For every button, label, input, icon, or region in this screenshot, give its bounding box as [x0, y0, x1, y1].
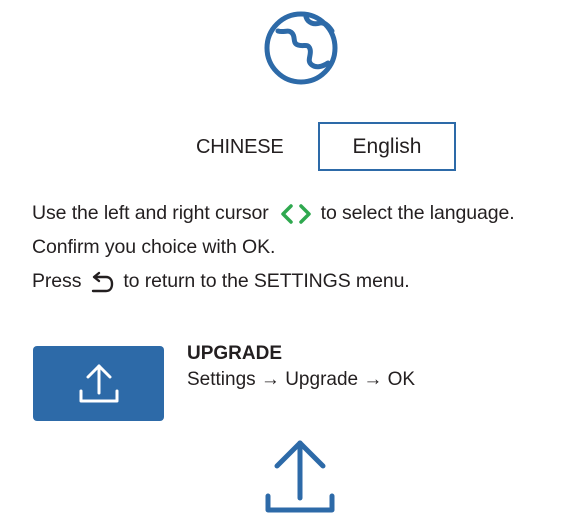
instructions: Use the left and right cursor to select … — [32, 196, 515, 298]
upgrade-title: UPGRADE — [187, 343, 283, 364]
upgrade-path: Settings → Upgrade → OK — [187, 369, 416, 390]
instruction-text: Use the left and right cursor — [32, 202, 269, 224]
instruction-line-confirm: Confirm you choice with OK. — [32, 230, 515, 264]
return-arrow-icon — [89, 270, 115, 293]
upload-icon — [79, 364, 118, 402]
instruction-line-cursor: Use the left and right cursor to select … — [32, 196, 515, 230]
instruction-text: Confirm you choice with OK. — [32, 236, 276, 258]
left-right-cursor-icon — [277, 202, 315, 224]
upload-icon — [262, 438, 338, 514]
language-option-chinese[interactable]: CHINESE — [196, 135, 284, 159]
globe-icon — [262, 9, 340, 87]
instruction-text: to return to the SETTINGS menu. — [123, 270, 410, 292]
upgrade-button[interactable] — [33, 346, 164, 421]
instruction-text: Press — [32, 270, 82, 292]
language-option-english-selected[interactable]: English — [318, 122, 456, 171]
instruction-line-return: Press to return to the SETTINGS menu. — [32, 264, 515, 298]
instruction-text: to select the language. — [320, 202, 515, 224]
